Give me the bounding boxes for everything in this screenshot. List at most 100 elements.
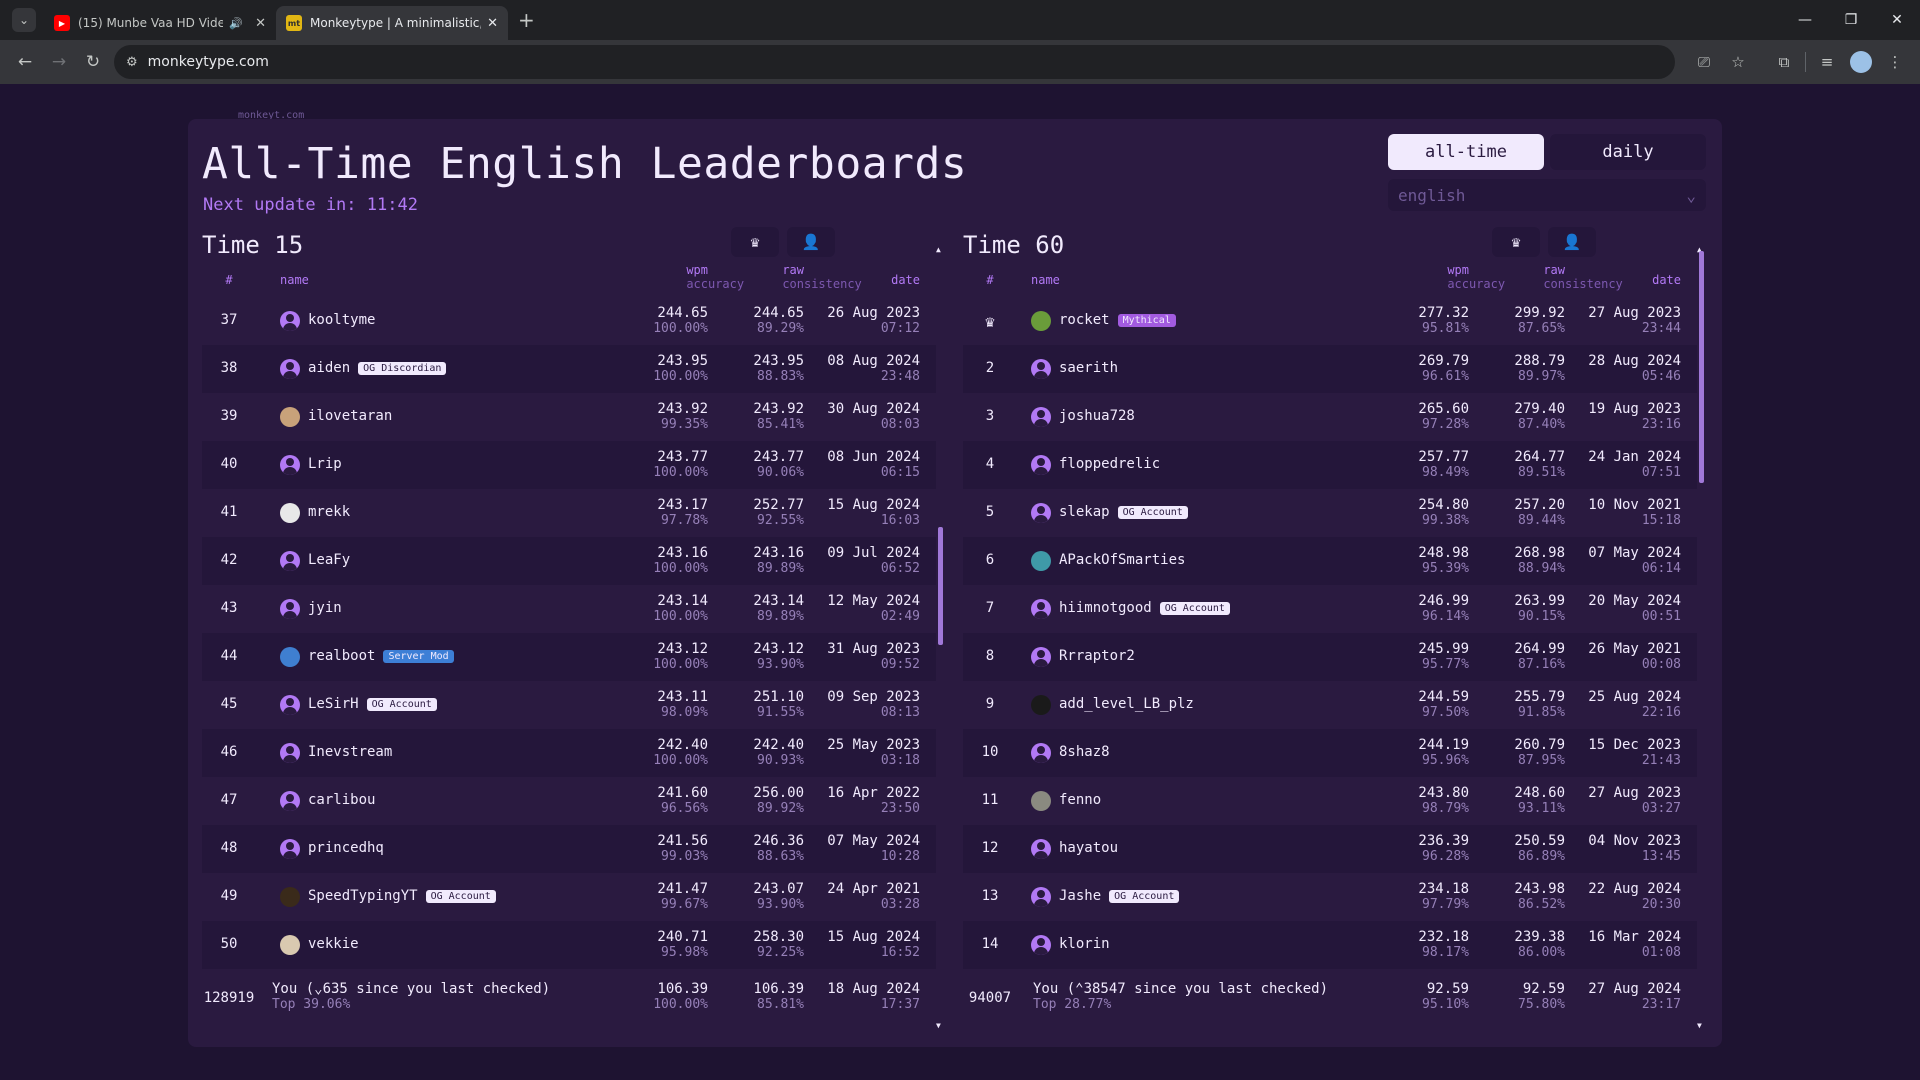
username-link[interactable]: hayatou: [1059, 840, 1118, 856]
user-icon[interactable]: 👤: [787, 227, 835, 257]
username-link[interactable]: slekap: [1059, 504, 1110, 520]
username-link[interactable]: rocket: [1059, 312, 1110, 328]
username-link[interactable]: Lrip: [308, 456, 342, 472]
back-icon[interactable]: ←: [8, 45, 42, 79]
username-link[interactable]: jyin: [308, 600, 342, 616]
table-row[interactable]: 47 carlibou 241.60 96.56% 256.00 89.92% 16 Apr…: [202, 777, 936, 825]
username-link[interactable]: mrekk: [308, 504, 350, 520]
tab-youtube[interactable]: ▶ (15) Munbe Vaa HD Video S 🔊 ✕: [44, 6, 276, 40]
avatar[interactable]: [280, 647, 300, 667]
table-row[interactable]: 50 vekkie 240.71 95.98% 258.30 92.25% 15 Aug 2…: [202, 921, 936, 969]
menu-icon[interactable]: ⋮: [1878, 53, 1912, 71]
address-bar[interactable]: ⚙ monkeytype.com: [114, 45, 1675, 79]
media-control-icon[interactable]: ≡: [1810, 53, 1844, 71]
username-link[interactable]: princedhq: [308, 840, 384, 856]
avatar[interactable]: [280, 935, 300, 955]
tab-monkeytype[interactable]: mt Monkeytype | A minimalistic, c ✕: [276, 6, 508, 40]
avatar[interactable]: [1031, 791, 1051, 811]
table-row[interactable]: 44 realboot Server Mod 243.12 100.00% 243.12 9…: [202, 633, 936, 681]
username-link[interactable]: klorin: [1059, 936, 1110, 952]
username-link[interactable]: APackOfSmarties: [1059, 552, 1185, 568]
table-row[interactable]: 6 APackOfSmarties 248.98 95.39% 268.98 88.94%…: [963, 537, 1697, 585]
daily-button[interactable]: daily: [1550, 134, 1706, 170]
username-link[interactable]: saerith: [1059, 360, 1118, 376]
username-link[interactable]: ilovetaran: [308, 408, 392, 424]
new-tab-button[interactable]: +: [518, 8, 535, 32]
username-link[interactable]: 8shaz8: [1059, 744, 1110, 760]
username-link[interactable]: Inevstream: [308, 744, 392, 760]
avatar[interactable]: [1031, 647, 1051, 667]
avatar[interactable]: [1031, 455, 1051, 475]
table-row[interactable]: 38 aiden OG Discordian 243.95 100.00% 243.95 8…: [202, 345, 936, 393]
all-time-button[interactable]: all-time: [1388, 134, 1544, 170]
table-row[interactable]: 42 LeaFy 243.16 100.00% 243.16 89.89% 09 Jul 2…: [202, 537, 936, 585]
table-row[interactable]: 3 joshua728 265.60 97.28% 279.40 87.40% 19 Aug…: [963, 393, 1697, 441]
speaker-icon[interactable]: 🔊: [229, 17, 243, 30]
avatar[interactable]: [1031, 935, 1051, 955]
close-window-icon[interactable]: ✕: [1874, 0, 1920, 40]
table-row[interactable]: 46 Inevstream 242.40 100.00% 242.40 90.93% 25 …: [202, 729, 936, 777]
table-row[interactable]: 9 add_level_LB_plz 244.59 97.50% 255.79 91.85…: [963, 681, 1697, 729]
table-row[interactable]: 49 SpeedTypingYT OG Account 241.47 99.67% 243…: [202, 873, 936, 921]
avatar[interactable]: [1031, 887, 1051, 907]
your-rank-row[interactable]: 94007 You (⌃38547 since you last checked)…: [963, 973, 1697, 1025]
username-link[interactable]: aiden: [308, 360, 350, 376]
extensions-icon[interactable]: ⧉: [1767, 53, 1801, 71]
table-row[interactable]: 41 mrekk 243.17 97.78% 252.77 92.55% 15 Aug 20…: [202, 489, 936, 537]
table-row[interactable]: 43 jyin 243.14 100.00% 243.14 89.89% 12 May 20…: [202, 585, 936, 633]
avatar[interactable]: [1031, 503, 1051, 523]
table-row[interactable]: 40 Lrip 243.77 100.00% 243.77 90.06% 08 Jun 20…: [202, 441, 936, 489]
avatar[interactable]: [280, 359, 300, 379]
avatar[interactable]: [1031, 839, 1051, 859]
username-link[interactable]: LeSirH: [308, 696, 359, 712]
avatar[interactable]: [280, 455, 300, 475]
scrollbar-thumb[interactable]: [1699, 251, 1704, 483]
your-rank-row[interactable]: 128919 You (⌄635 since you last checked) T…: [202, 973, 936, 1025]
avatar[interactable]: [1031, 743, 1051, 763]
table-row[interactable]: 11 fenno 243.80 98.79% 248.60 93.11% 27 Aug 20…: [963, 777, 1697, 825]
close-tab-icon[interactable]: ✕: [255, 16, 266, 31]
avatar[interactable]: [280, 743, 300, 763]
restore-icon[interactable]: ❐: [1828, 0, 1874, 40]
reload-icon[interactable]: ↻: [76, 45, 110, 79]
crown-icon[interactable]: ♛: [731, 227, 779, 257]
username-link[interactable]: Jashe: [1059, 888, 1101, 904]
username-link[interactable]: fenno: [1059, 792, 1101, 808]
close-tab-icon[interactable]: ✕: [487, 16, 498, 31]
table-row[interactable]: 48 princedhq 241.56 99.03% 246.36 88.63% 07 Ma…: [202, 825, 936, 873]
user-icon[interactable]: 👤: [1548, 227, 1596, 257]
table-row[interactable]: 37 kooltyme 244.65 100.00% 244.65 89.29% 26 Au…: [202, 297, 936, 345]
username-link[interactable]: LeaFy: [308, 552, 350, 568]
language-select[interactable]: english ⌄: [1388, 179, 1706, 211]
username-link[interactable]: floppedrelic: [1059, 456, 1160, 472]
scrollbar-thumb[interactable]: [938, 527, 943, 645]
table-row[interactable]: 39 ilovetaran 243.92 99.35% 243.92 85.41% 30 A…: [202, 393, 936, 441]
username-link[interactable]: add_level_LB_plz: [1059, 696, 1194, 712]
avatar[interactable]: [280, 887, 300, 907]
minimize-icon[interactable]: —: [1782, 0, 1828, 40]
table-row[interactable]: 5 slekap OG Account 254.80 99.38% 257.20 89.44…: [963, 489, 1697, 537]
table-row[interactable]: ♛ rocket Mythical 277.32 95.81% 299.92 87.65% 2…: [963, 297, 1697, 345]
username-link[interactable]: realboot: [308, 648, 375, 664]
scroll-down-arrow[interactable]: ▼: [1697, 1021, 1702, 1030]
avatar[interactable]: [1031, 551, 1051, 571]
username-link[interactable]: joshua728: [1059, 408, 1135, 424]
table-row[interactable]: 10 8shaz8 244.19 95.96% 260.79 87.95% 15 Dec 2…: [963, 729, 1697, 777]
scroll-down-arrow[interactable]: ▼: [936, 1021, 941, 1030]
bookmark-star-icon[interactable]: ☆: [1721, 53, 1755, 71]
username-link[interactable]: vekkie: [308, 936, 359, 952]
avatar[interactable]: [280, 503, 300, 523]
username-link[interactable]: hiimnotgood: [1059, 600, 1152, 616]
profile-avatar[interactable]: [1850, 51, 1872, 73]
site-info-icon[interactable]: ⚙: [126, 55, 138, 70]
crown-icon[interactable]: ♛: [1492, 227, 1540, 257]
table-row[interactable]: 12 hayatou 236.39 96.28% 250.59 86.89% 04 Nov …: [963, 825, 1697, 873]
table-row[interactable]: 8 Rrraptor2 245.99 95.77% 264.99 87.16% 26 May…: [963, 633, 1697, 681]
avatar[interactable]: [280, 407, 300, 427]
scroll-up-arrow[interactable]: ▲: [936, 245, 941, 254]
avatar[interactable]: [1031, 695, 1051, 715]
install-app-icon[interactable]: ⎚: [1687, 53, 1721, 71]
forward-icon[interactable]: →: [42, 45, 76, 79]
avatar[interactable]: [1031, 311, 1051, 331]
avatar[interactable]: [280, 551, 300, 571]
